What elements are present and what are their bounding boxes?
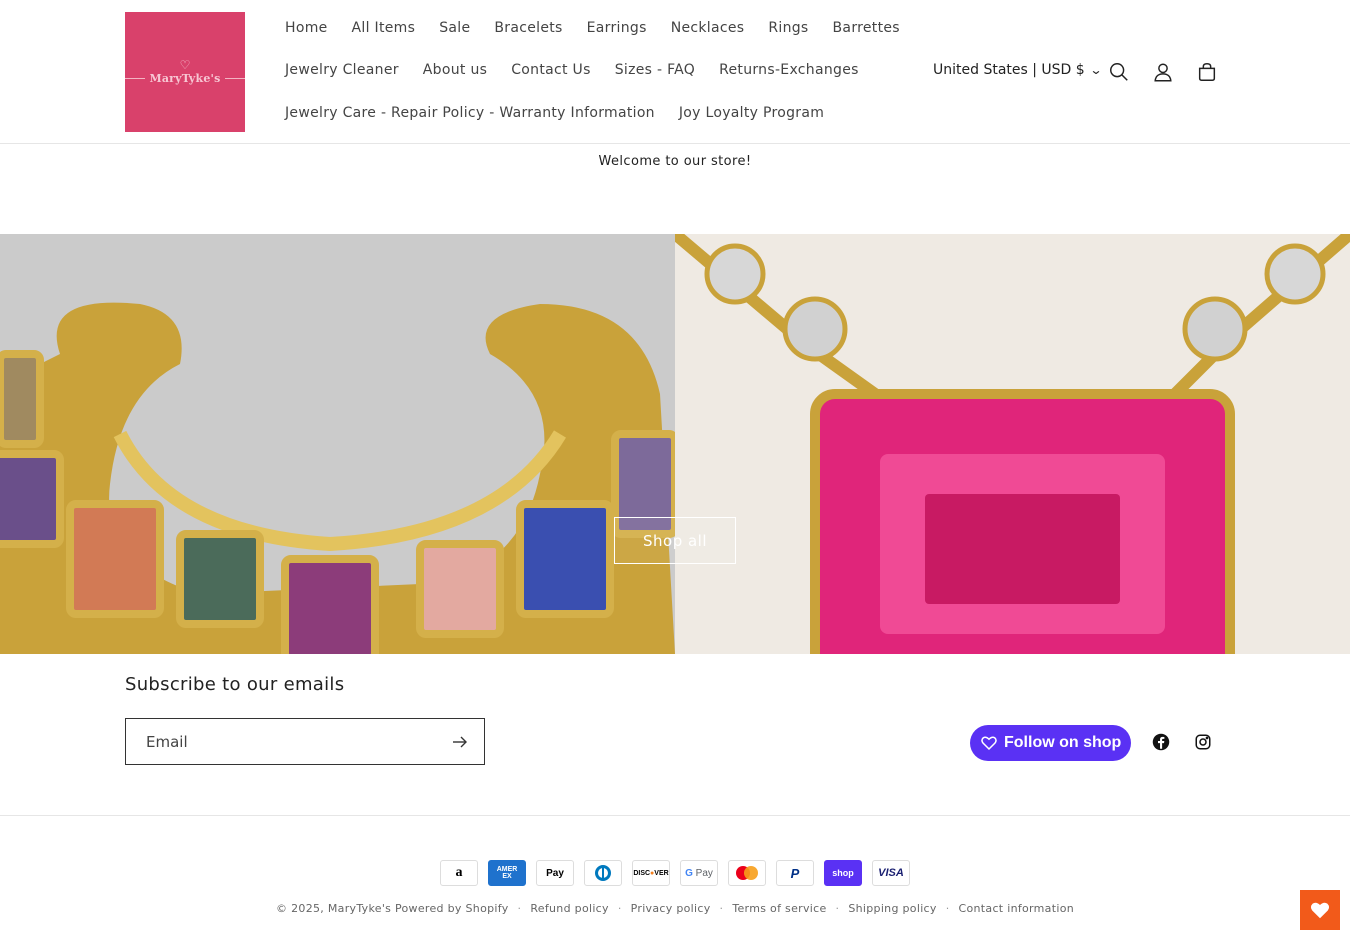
- copyright-text: © 2025,: [276, 902, 325, 915]
- search-icon[interactable]: [1105, 58, 1133, 86]
- chevron-down-icon: ⌄: [1089, 63, 1103, 77]
- logo-text: MaryTyke's: [149, 72, 221, 85]
- follow-on-shop-button[interactable]: Follow on shop: [970, 725, 1131, 761]
- nav-rings[interactable]: Rings: [756, 20, 820, 36]
- google-pay-icon: G Pay: [680, 860, 718, 886]
- payment-icons: a AMER EX Pay DISC ● VER G Pay P shop VISA: [440, 860, 910, 886]
- arrow-right-icon[interactable]: [450, 732, 470, 752]
- nav-barrettes[interactable]: Barrettes: [821, 20, 912, 36]
- hero-image-bracelet: [0, 234, 675, 654]
- nav-jewelry-cleaner[interactable]: Jewelry Cleaner: [273, 62, 411, 78]
- terms-of-service-link[interactable]: Terms of service: [732, 902, 826, 915]
- instagram-icon[interactable]: [1194, 733, 1214, 753]
- follow-label: Follow on shop: [1004, 734, 1122, 751]
- nav-bracelets[interactable]: Bracelets: [482, 20, 574, 36]
- main-nav-row-1: Home All Items Sale Bracelets Earrings N…: [273, 20, 912, 36]
- nav-sale[interactable]: Sale: [427, 20, 482, 36]
- nav-earrings[interactable]: Earrings: [575, 20, 659, 36]
- newsletter-form: [125, 718, 485, 765]
- diamond-icon: ♡: [179, 58, 191, 72]
- site-header: ♡ MaryTyke's Home All Items Sale Bracele…: [0, 0, 1350, 144]
- hero-banner: Shop all: [0, 234, 1350, 654]
- store-logo[interactable]: ♡ MaryTyke's: [125, 12, 245, 132]
- facebook-icon[interactable]: [1152, 733, 1172, 753]
- amazon-pay-icon: a: [440, 860, 478, 886]
- nav-home[interactable]: Home: [273, 20, 340, 36]
- discover-icon: DISC ● VER: [632, 860, 670, 886]
- visa-icon: VISA: [872, 860, 910, 886]
- newsletter-title: Subscribe to our emails: [125, 674, 345, 695]
- shop-all-button[interactable]: Shop all: [614, 517, 736, 564]
- amex-icon: AMER EX: [488, 860, 526, 886]
- main-nav-row-3: Jewelry Care - Repair Policy - Warranty …: [273, 105, 836, 121]
- refund-policy-link[interactable]: Refund policy: [530, 902, 609, 915]
- nav-all-items[interactable]: All Items: [340, 20, 428, 36]
- contact-information-link[interactable]: Contact information: [959, 902, 1074, 915]
- footer-divider: [0, 815, 1350, 816]
- heart-icon: [1310, 902, 1330, 919]
- cart-icon[interactable]: [1193, 58, 1221, 86]
- account-icon[interactable]: [1149, 58, 1177, 86]
- main-nav-row-2: Jewelry Cleaner About us Contact Us Size…: [273, 62, 871, 78]
- shop-pay-icon: shop: [824, 860, 862, 886]
- heart-icon: [981, 736, 997, 751]
- nav-contact-us[interactable]: Contact Us: [499, 62, 602, 78]
- nav-returns-exchanges[interactable]: Returns-Exchanges: [707, 62, 871, 78]
- announcement-bar: Welcome to our store!: [598, 154, 752, 169]
- privacy-policy-link[interactable]: Privacy policy: [631, 902, 711, 915]
- wishlist-button[interactable]: [1300, 890, 1340, 930]
- diners-club-icon: [584, 860, 622, 886]
- email-input[interactable]: [126, 719, 436, 764]
- shipping-policy-link[interactable]: Shipping policy: [848, 902, 936, 915]
- country-currency-selector[interactable]: United States | USD $ ⌄: [933, 62, 1103, 78]
- apple-pay-icon: Pay: [536, 860, 574, 886]
- country-currency-label: United States | USD $: [933, 62, 1085, 78]
- nav-sizes-faq[interactable]: Sizes - FAQ: [603, 62, 707, 78]
- nav-about-us[interactable]: About us: [411, 62, 499, 78]
- nav-necklaces[interactable]: Necklaces: [659, 20, 757, 36]
- nav-jewelry-care[interactable]: Jewelry Care - Repair Policy - Warranty …: [273, 105, 667, 121]
- nav-joy-loyalty[interactable]: Joy Loyalty Program: [667, 105, 836, 121]
- mastercard-icon: [728, 860, 766, 886]
- paypal-icon: P: [776, 860, 814, 886]
- footer-legal: © 2025, MaryTyke's Powered by Shopify · …: [276, 902, 1074, 915]
- powered-by-shopify-link[interactable]: Powered by Shopify: [395, 902, 509, 915]
- store-name-link[interactable]: MaryTyke's: [328, 902, 391, 915]
- hero-image-necklace: [675, 234, 1350, 654]
